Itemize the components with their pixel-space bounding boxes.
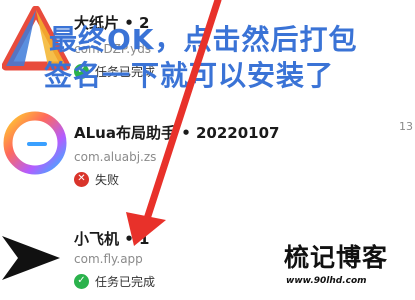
task-status: ✕ 失败 xyxy=(74,170,119,188)
watermark: 梳记博客 www.90lhd.com xyxy=(284,238,406,294)
annotation-text-line-1: 最终OK，点击然后打包 xyxy=(49,23,358,56)
app-package: com.aluabj.zs xyxy=(74,150,157,164)
list-item[interactable]: ALua布局助手 • 20220107 com.aluabj.zs ✕ 失败 1… xyxy=(0,104,415,209)
status-label: 失败 xyxy=(95,172,120,187)
close-circle-icon: ✕ xyxy=(74,171,89,187)
app-package: com.fly.app xyxy=(74,252,143,266)
timestamp: 13 xyxy=(399,120,413,133)
check-circle-icon: ✓ xyxy=(74,273,89,289)
alua-ring-icon xyxy=(3,111,67,175)
watermark-title: 梳记博客 xyxy=(284,243,389,272)
task-status: ✓ 任务已完成 xyxy=(74,272,155,290)
watermark-url: www.90lhd.com xyxy=(286,276,367,286)
paper-plane-icon xyxy=(2,236,60,280)
app-title: ALua布局助手 • 20220107 xyxy=(74,124,280,142)
app-title: 小飞机 • 1 xyxy=(74,230,150,248)
annotation-text-line-2: 签名一下就可以安装了 xyxy=(44,59,335,92)
status-label: 任务已完成 xyxy=(95,274,156,289)
